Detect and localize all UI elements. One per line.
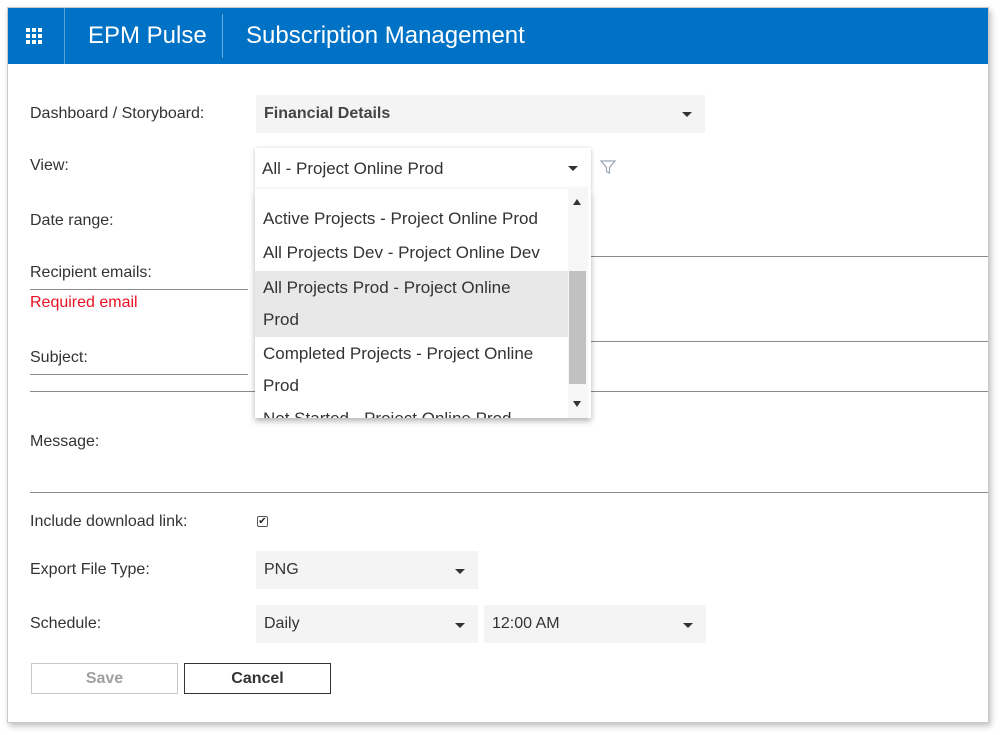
schedule-frequency-select[interactable]: Daily <box>256 605 478 643</box>
include-link-label: Include download link: <box>30 513 188 530</box>
export-type-select[interactable]: PNG <box>256 551 478 589</box>
dashboard-select[interactable]: Financial Details <box>256 95 705 133</box>
chevron-down-icon <box>455 569 465 574</box>
schedule-frequency-value: Daily <box>264 615 300 632</box>
view-dropdown-list[interactable]: Active Projects - Project Online Prod Al… <box>255 189 591 418</box>
export-type-label: Export File Type: <box>30 561 150 578</box>
app-header: EPM Pulse Subscription Management <box>8 8 988 64</box>
app-launcher-button[interactable] <box>8 8 65 64</box>
chevron-down-icon <box>568 166 578 171</box>
view-option[interactable]: Completed Projects - Project Online Prod <box>255 337 568 403</box>
dropdown-scrollbar-thumb[interactable] <box>569 271 586 384</box>
scroll-down-icon[interactable] <box>573 401 581 407</box>
view-select[interactable]: All - Project Online Prod <box>255 148 591 189</box>
schedule-time-value: 12:00 AM <box>492 615 560 632</box>
chevron-down-icon <box>683 623 693 628</box>
view-option[interactable]: Not Started - Project Online Prod <box>255 403 568 418</box>
schedule-label: Schedule: <box>30 615 102 632</box>
message-input-underline[interactable] <box>30 492 988 493</box>
required-email-error: Required email <box>30 294 138 311</box>
dashboard-label: Dashboard / Storyboard: <box>30 105 205 122</box>
subject-underline-left <box>30 374 248 375</box>
scroll-up-icon[interactable] <box>573 199 581 205</box>
view-label: View: <box>30 157 69 174</box>
subject-input-underline[interactable] <box>591 341 988 342</box>
recipients-input-underline[interactable] <box>591 256 988 257</box>
dashboard-select-value: Financial Details <box>264 105 391 122</box>
schedule-time-select[interactable]: 12:00 AM <box>484 605 706 643</box>
date-range-label: Date range: <box>30 212 114 229</box>
subject-label: Subject: <box>30 349 88 366</box>
subscription-window: EPM Pulse Subscription Management Dashbo… <box>7 7 989 723</box>
page-title: Subscription Management <box>246 22 525 49</box>
save-button[interactable]: Save <box>31 663 178 694</box>
view-option-highlighted[interactable]: All Projects Prod - Project Online Prod <box>255 271 568 337</box>
chevron-down-icon <box>682 112 692 117</box>
header-divider <box>222 14 223 58</box>
view-select-value: All - Project Online Prod <box>262 159 444 178</box>
recipients-underline-left <box>30 289 248 290</box>
filter-icon[interactable] <box>599 158 617 176</box>
view-option[interactable]: Active Projects - Project Online Prod <box>255 203 568 235</box>
view-option[interactable]: All Projects Dev - Project Online Dev <box>255 237 568 269</box>
cancel-button[interactable]: Cancel <box>184 663 331 694</box>
recipients-label: Recipient emails: <box>30 264 152 281</box>
message-label: Message: <box>30 433 100 450</box>
chevron-down-icon <box>455 623 465 628</box>
export-type-value: PNG <box>264 561 299 578</box>
app-title[interactable]: EPM Pulse <box>88 8 207 64</box>
waffle-icon <box>26 28 44 46</box>
include-link-checkbox[interactable]: ✔ <box>257 516 268 527</box>
